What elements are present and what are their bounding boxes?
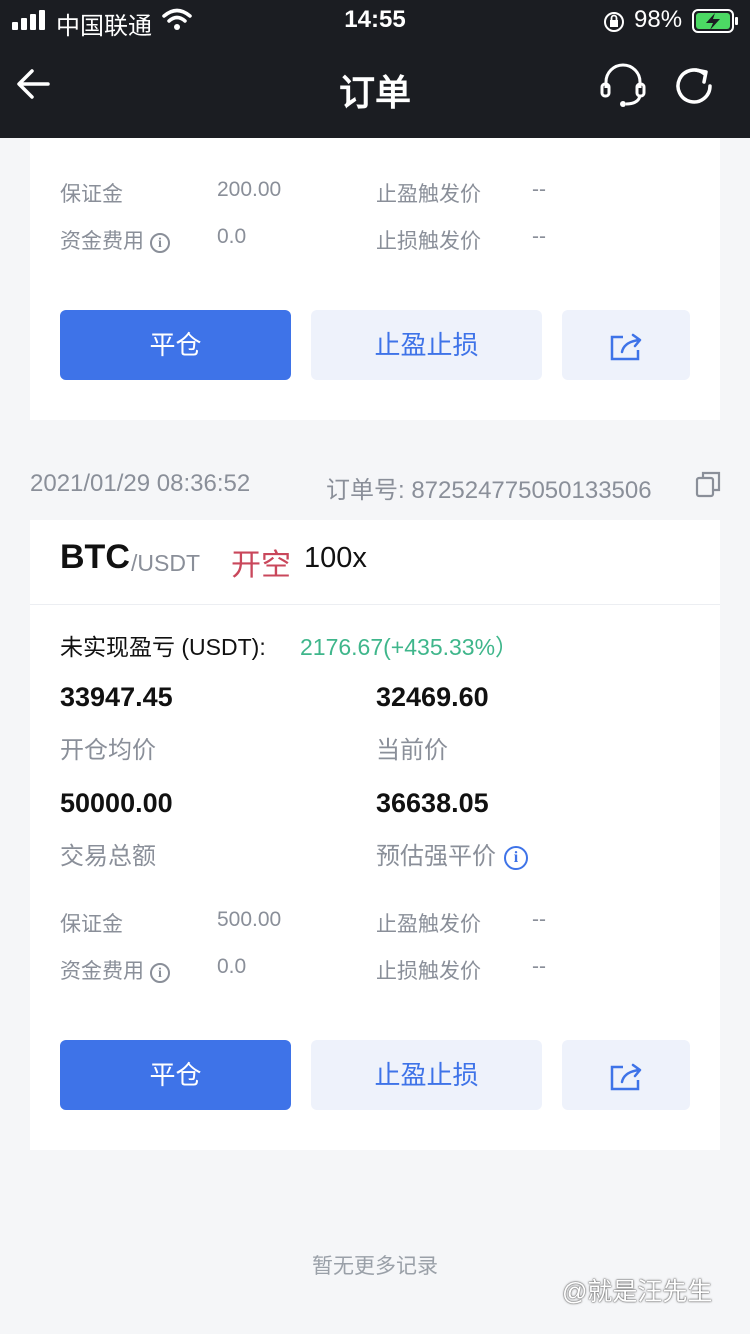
divider xyxy=(30,604,720,605)
order-datetime: 2021/01/29 08:36:52 xyxy=(30,470,251,497)
funding-fee-value: 0.0 xyxy=(217,955,247,978)
info-icon[interactable]: i xyxy=(504,846,528,870)
liquidation-price: 36638.05 xyxy=(376,788,489,818)
unrealized-pnl-value: 2176.67(+435.33%） xyxy=(300,634,519,660)
order-card-1: 保证金 200.00 止盈触发价 -- 资金费用 i 0.0 止损触发价 -- 平… xyxy=(30,138,720,420)
funding-fee-label: 资金费用 i xyxy=(60,955,170,985)
share-button[interactable] xyxy=(562,310,690,380)
refresh-icon[interactable] xyxy=(670,62,718,110)
trade-total-label: 交易总额 xyxy=(60,843,156,870)
take-profit-trigger-value: -- xyxy=(532,178,546,201)
margin-value: 500.00 xyxy=(217,908,282,931)
open-avg-price-label: 开仓均价 xyxy=(60,737,156,764)
status-bar: 中国联通 14:55 98% xyxy=(0,0,750,42)
stop-loss-trigger-label: 止损触发价 xyxy=(376,960,481,983)
orientation-lock-icon xyxy=(604,12,624,32)
take-profit-trigger-label: 止盈触发价 xyxy=(376,183,481,206)
watermark: @就是汪先生 xyxy=(562,1278,713,1306)
stop-loss-trigger-label: 止损触发价 xyxy=(376,230,481,253)
current-price-label: 当前价 xyxy=(376,737,448,764)
position-side: 开空 xyxy=(231,549,291,582)
share-icon xyxy=(610,1063,642,1091)
info-icon[interactable]: i xyxy=(150,963,170,983)
tp-sl-button[interactable]: 止盈止损 xyxy=(311,310,542,380)
leverage: 100x xyxy=(304,542,367,574)
symbol: BTC xyxy=(60,538,130,576)
order-card-2: BTC /USDT 开空 100x 未实现盈亏 (USDT): 2176.67(… xyxy=(30,520,720,1150)
open-avg-price: 33947.45 xyxy=(60,682,173,712)
margin-label: 保证金 xyxy=(60,913,123,936)
take-profit-trigger-label: 止盈触发价 xyxy=(376,913,481,936)
margin-label: 保证金 xyxy=(60,183,123,206)
share-icon xyxy=(610,333,642,361)
share-button[interactable] xyxy=(562,1040,690,1110)
info-icon[interactable]: i xyxy=(150,233,170,253)
close-position-button[interactable]: 平仓 xyxy=(60,1040,291,1110)
current-price: 32469.60 xyxy=(376,682,489,712)
trade-total: 50000.00 xyxy=(60,788,173,818)
copy-icon[interactable] xyxy=(695,470,721,498)
funding-fee-label: 资金费用 i xyxy=(60,225,170,255)
close-position-button[interactable]: 平仓 xyxy=(60,310,291,380)
unrealized-pnl-label: 未实现盈亏 (USDT): xyxy=(60,634,266,660)
take-profit-trigger-value: -- xyxy=(532,908,546,931)
customer-service-icon[interactable] xyxy=(598,62,648,110)
stop-loss-trigger-value: -- xyxy=(532,955,546,978)
funding-fee-value: 0.0 xyxy=(217,225,247,248)
order-number: 订单号: 872524775050133506 xyxy=(326,477,652,504)
margin-value: 200.00 xyxy=(217,178,282,201)
nav-bar: 订单 xyxy=(0,42,750,138)
liquidation-price-label: 预估强平价 i xyxy=(376,836,528,871)
tp-sl-button[interactable]: 止盈止损 xyxy=(311,1040,542,1110)
battery-percentage: 98% xyxy=(634,6,683,33)
quote-currency: /USDT xyxy=(131,550,200,576)
battery-charging-icon xyxy=(692,9,738,33)
stop-loss-trigger-value: -- xyxy=(532,225,546,248)
